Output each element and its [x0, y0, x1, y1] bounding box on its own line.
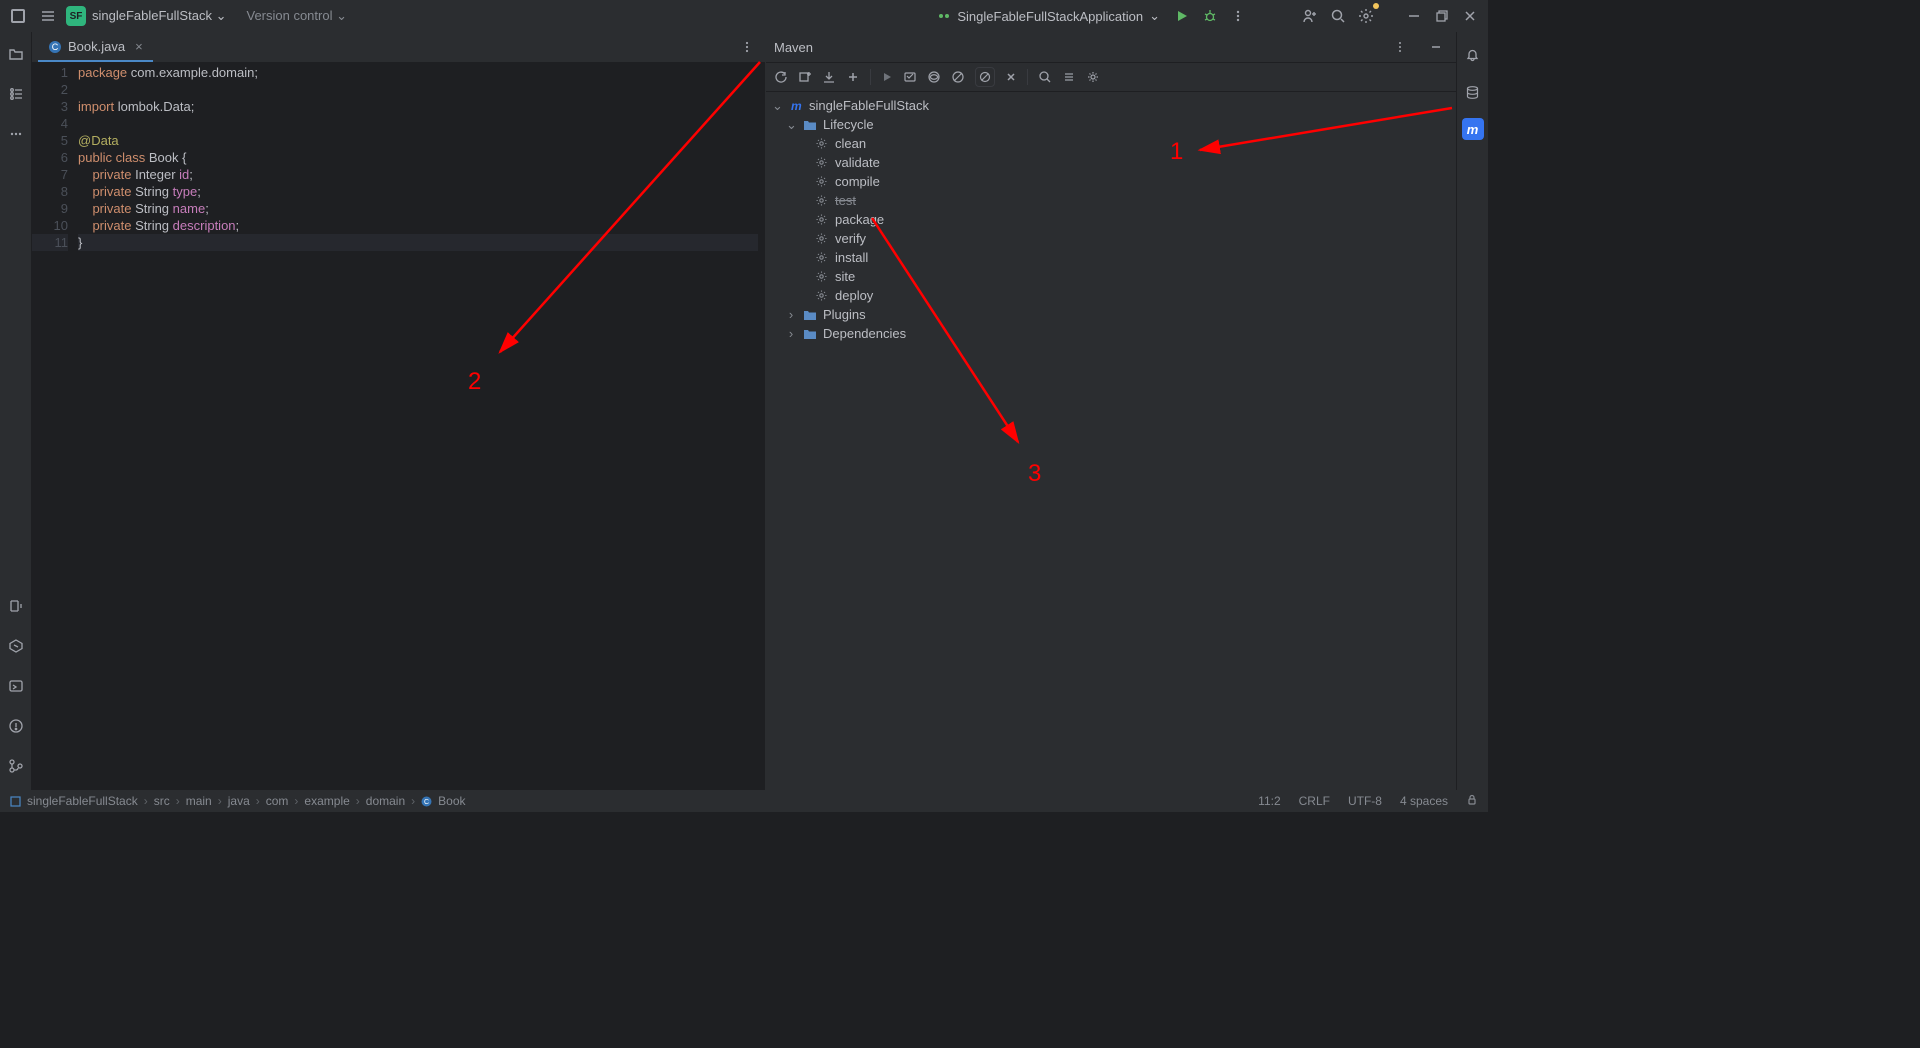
gear-icon	[814, 155, 829, 170]
gear-icon	[814, 136, 829, 151]
folder-icon	[802, 326, 817, 341]
lifecycle-node[interactable]: Lifecycle	[823, 117, 874, 132]
window-restore-icon[interactable]	[1430, 4, 1454, 28]
database-tool-icon[interactable]	[1461, 80, 1485, 104]
collapse-all-icon[interactable]	[1005, 71, 1017, 83]
run-button[interactable]	[1170, 4, 1194, 28]
svg-text:m: m	[791, 99, 802, 113]
maven-settings-icon[interactable]	[1086, 70, 1100, 84]
folder-icon	[802, 307, 817, 322]
editor-panel: C Book.java × 1234567891011 package com.…	[32, 32, 766, 790]
maven-tool-icon[interactable]: m	[1462, 118, 1484, 140]
code-with-me-icon[interactable]	[1298, 4, 1322, 28]
gear-icon	[814, 231, 829, 246]
dependencies-node[interactable]: Dependencies	[823, 326, 906, 341]
tab-filename: Book.java	[68, 39, 125, 54]
lifecycle-goal[interactable]: install	[835, 250, 868, 265]
gear-icon	[814, 288, 829, 303]
vcs-tool-icon[interactable]	[4, 754, 28, 778]
editor-more-icon[interactable]	[735, 35, 759, 59]
annotation-label-1: 1	[1170, 138, 1183, 166]
annotation-label-3: 3	[1028, 460, 1041, 488]
window-minimize-icon[interactable]	[1402, 4, 1426, 28]
editor-tab[interactable]: C Book.java ×	[38, 32, 153, 62]
tool-options-icon[interactable]	[1388, 35, 1412, 59]
tool-window-title: Maven	[774, 40, 813, 55]
maven-tool-window: Maven ⌄msingleFableFullStack	[766, 32, 1456, 790]
problems-tool-icon[interactable]	[4, 714, 28, 738]
run-maven-icon[interactable]	[881, 71, 893, 83]
module-icon	[10, 796, 21, 807]
maven-toolbar	[766, 62, 1456, 92]
generate-sources-icon[interactable]	[798, 70, 812, 84]
line-gutter: 1234567891011	[32, 62, 78, 790]
vcs-dropdown[interactable]: Version control ⌄	[246, 8, 347, 24]
file-encoding[interactable]: UTF-8	[1348, 794, 1382, 808]
lifecycle-goal[interactable]: package	[835, 212, 884, 227]
title-bar: SF singleFableFullStack ⌄ Version contro…	[0, 0, 1488, 32]
project-tool-icon[interactable]	[4, 42, 28, 66]
find-icon[interactable]	[1038, 70, 1052, 84]
caret-position[interactable]: 11:2	[1258, 794, 1280, 808]
maven-root-node[interactable]: singleFableFullStack	[809, 98, 929, 113]
services-tool-icon[interactable]	[4, 634, 28, 658]
main-menu-icon[interactable]	[36, 4, 60, 28]
tab-close-icon[interactable]: ×	[135, 39, 143, 54]
class-icon: C	[421, 796, 432, 807]
lifecycle-goal-disabled[interactable]: test	[835, 193, 856, 208]
skip-tests-icon[interactable]	[951, 70, 965, 84]
line-separator[interactable]: CRLF	[1299, 794, 1330, 808]
indent-settings[interactable]: 4 spaces	[1400, 794, 1448, 808]
status-bar: singleFableFullStack› src› main› java› c…	[0, 790, 1488, 812]
plugins-node[interactable]: Plugins	[823, 307, 866, 322]
java-class-icon: C	[48, 40, 62, 54]
reload-icon[interactable]	[774, 70, 788, 84]
show-dependencies-icon[interactable]	[975, 67, 995, 87]
terminal-tool-icon[interactable]	[4, 594, 28, 618]
run-config-dropdown[interactable]: SingleFableFullStackApplication ⌄	[931, 6, 1166, 26]
notifications-icon[interactable]	[1461, 42, 1485, 66]
lifecycle-goal[interactable]: verify	[835, 231, 866, 246]
more-actions-icon[interactable]	[1226, 4, 1250, 28]
run-tool-icon[interactable]	[4, 674, 28, 698]
readonly-toggle-icon[interactable]	[1466, 794, 1478, 808]
more-tools-icon[interactable]	[4, 122, 28, 146]
svg-text:C: C	[424, 799, 429, 806]
gear-icon	[814, 193, 829, 208]
ide-logo-icon[interactable]	[6, 4, 30, 28]
structure-tool-icon[interactable]	[4, 82, 28, 106]
search-icon[interactable]	[1326, 4, 1350, 28]
code-editor[interactable]: 1234567891011 package com.example.domain…	[32, 62, 765, 790]
tool-minimize-icon[interactable]	[1424, 35, 1448, 59]
breadcrumb[interactable]: singleFableFullStack› src› main› java› c…	[10, 794, 466, 808]
run-config-icon	[937, 9, 951, 23]
lifecycle-goal[interactable]: validate	[835, 155, 880, 170]
left-tool-rail	[0, 32, 32, 790]
gear-icon	[814, 174, 829, 189]
debug-button[interactable]	[1198, 4, 1222, 28]
download-sources-icon[interactable]	[822, 70, 836, 84]
add-project-icon[interactable]	[846, 70, 860, 84]
gear-icon	[814, 250, 829, 265]
maven-module-icon: m	[788, 98, 803, 113]
gear-icon	[814, 212, 829, 227]
maven-tree[interactable]: ⌄msingleFableFullStack ⌄Lifecycle clean …	[766, 92, 1456, 347]
annotation-label-2: 2	[468, 368, 481, 396]
toggle-offline-icon[interactable]	[927, 70, 941, 84]
lifecycle-goal[interactable]: deploy	[835, 288, 873, 303]
folder-icon	[802, 117, 817, 132]
gear-icon	[814, 269, 829, 284]
window-close-icon[interactable]	[1458, 4, 1482, 28]
project-name-dropdown[interactable]: singleFableFullStack ⌄	[92, 8, 226, 24]
svg-text:C: C	[52, 42, 59, 52]
right-tool-rail: m	[1456, 32, 1488, 790]
project-badge: SF	[66, 6, 86, 26]
lifecycle-goal[interactable]: clean	[835, 136, 866, 151]
execute-goal-icon[interactable]	[903, 70, 917, 84]
expand-icon[interactable]	[1062, 70, 1076, 84]
lifecycle-goal[interactable]: site	[835, 269, 855, 284]
lifecycle-goal[interactable]: compile	[835, 174, 880, 189]
settings-icon[interactable]	[1354, 4, 1378, 28]
